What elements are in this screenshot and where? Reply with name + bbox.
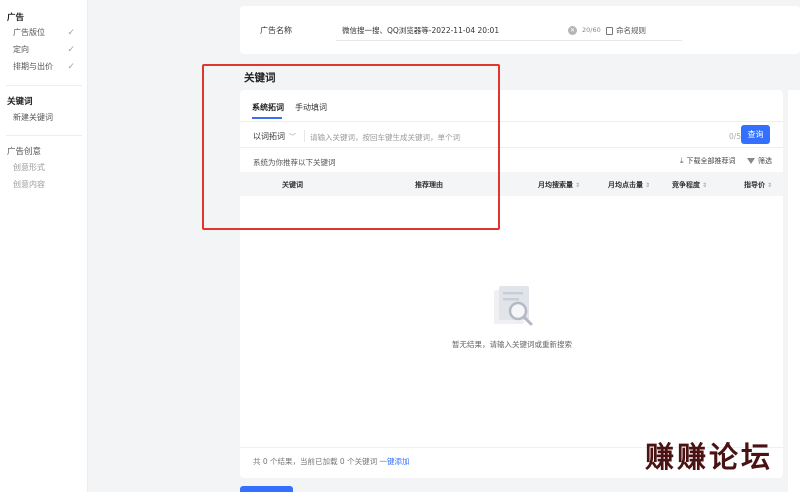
sidebar-item-label: 排期与出价 bbox=[13, 62, 53, 71]
sort-icon[interactable]: ⇕ bbox=[702, 182, 707, 189]
filter-label: 筛选 bbox=[758, 157, 772, 165]
download-all-label: 下载全部推荐词 bbox=[686, 157, 736, 165]
empty-search-icon bbox=[494, 286, 533, 326]
next-step-button[interactable] bbox=[240, 486, 293, 492]
sort-icon[interactable]: ⇕ bbox=[767, 182, 772, 189]
ad-name-label: 广告名称 bbox=[260, 26, 292, 35]
sidebar-item-label: 广告版位 bbox=[13, 28, 45, 37]
right-panel-edge bbox=[788, 90, 800, 492]
sidebar-section-keywords: 关键词 bbox=[7, 97, 33, 107]
add-all-link[interactable]: 一键添加 bbox=[379, 457, 409, 466]
sidebar-item-label: 新建关键词 bbox=[13, 113, 53, 122]
field-underline bbox=[336, 40, 682, 41]
ad-name-count: 20/60 bbox=[582, 26, 601, 34]
divider bbox=[6, 135, 82, 136]
download-all-link[interactable]: ⤓ 下载全部推荐词 bbox=[680, 156, 736, 166]
sidebar-section-creative: 广告创意 bbox=[7, 147, 42, 157]
sort-icon[interactable]: ⇕ bbox=[645, 182, 650, 189]
naming-rule-label: 命名规则 bbox=[616, 26, 646, 35]
sidebar-item-label: 创意内容 bbox=[13, 180, 45, 189]
column-header-competition[interactable]: 竞争程度 ⇕ bbox=[672, 180, 707, 190]
filter-button[interactable]: 筛选 bbox=[747, 156, 772, 166]
sidebar-item-label: 创意形式 bbox=[13, 163, 45, 172]
watermark: 赚赚论坛 bbox=[645, 440, 774, 474]
query-button[interactable]: 查询 bbox=[741, 125, 770, 144]
sidebar-item-targeting[interactable]: 定向 ✓ bbox=[13, 44, 75, 55]
sidebar-item-creative-content[interactable]: 创意内容 bbox=[13, 179, 75, 190]
column-header-monthly-clicks[interactable]: 月均点击量 ⇕ bbox=[608, 180, 650, 190]
column-header-monthly-search[interactable]: 月均搜索量 ⇕ bbox=[538, 180, 580, 190]
divider bbox=[6, 85, 82, 86]
sidebar-item-schedule-bid[interactable]: 排期与出价 ✓ bbox=[13, 61, 75, 72]
clear-icon[interactable]: ✕ bbox=[568, 26, 577, 35]
download-icon: ⤓ bbox=[680, 156, 684, 165]
sidebar: 广告 广告版位 ✓ 定向 ✓ 排期与出价 ✓ 关键词 新建关键词 广告创意 创意… bbox=[0, 0, 88, 492]
column-header-guide-price[interactable]: 指导价 ⇕ bbox=[744, 180, 772, 190]
results-summary: 共 0 个结果，当前已加载 0 个关键词 一键添加 bbox=[253, 456, 409, 467]
ad-name-value[interactable]: 微信搜一搜、QQ浏览器等-2022-11-04 20:01 bbox=[342, 25, 499, 36]
empty-state-text: 暂无结果，请输入关键词或重新搜索 bbox=[452, 340, 572, 349]
sidebar-section-ad: 广告 bbox=[7, 13, 25, 23]
sort-icon[interactable]: ⇕ bbox=[575, 182, 580, 189]
sidebar-item-ad-placement[interactable]: 广告版位 ✓ bbox=[13, 27, 75, 38]
sidebar-item-label: 定向 bbox=[13, 45, 29, 54]
document-icon bbox=[606, 26, 613, 35]
check-icon: ✓ bbox=[67, 44, 75, 55]
sidebar-item-creative-form[interactable]: 创意形式 bbox=[13, 162, 75, 173]
filter-icon bbox=[747, 158, 755, 164]
check-icon: ✓ bbox=[67, 27, 75, 38]
keyword-input-count: 0/5 bbox=[729, 132, 742, 141]
results-summary-text: 共 0 个结果，当前已加载 0 个关键词 bbox=[253, 457, 378, 466]
check-icon: ✓ bbox=[67, 61, 75, 72]
highlight-annotation bbox=[202, 64, 500, 230]
sidebar-item-new-keywords[interactable]: 新建关键词 bbox=[13, 112, 75, 123]
ad-name-card: 广告名称 微信搜一搜、QQ浏览器等-2022-11-04 20:01 ✕ 20/… bbox=[240, 6, 800, 54]
ad-name-field[interactable]: 微信搜一搜、QQ浏览器等-2022-11-04 20:01 ✕ 20/60 命名… bbox=[336, 20, 682, 41]
naming-rule-link[interactable]: 命名规则 bbox=[606, 25, 646, 36]
